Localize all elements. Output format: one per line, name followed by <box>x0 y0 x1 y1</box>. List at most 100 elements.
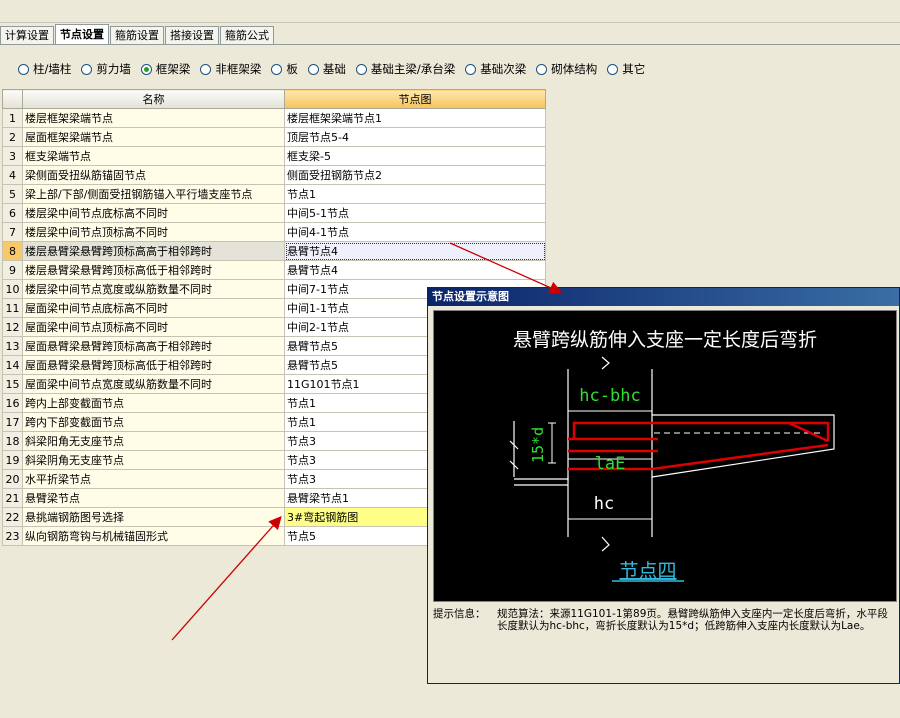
radio-button-icon[interactable] <box>200 63 212 75</box>
dimension-hc <box>567 515 653 523</box>
node-diagram-cell[interactable]: 中间5-1节点 <box>284 203 546 223</box>
radio-option-0[interactable]: 柱/墙柱 <box>18 61 71 77</box>
drawing-title: 悬臂跨纵筋伸入支座一定长度后弯折 <box>513 329 817 351</box>
row-number: 1 <box>2 108 23 128</box>
table-row[interactable]: 7 楼层梁中间节点顶标高不同时 中间4-1节点 <box>2 222 546 242</box>
node-name-cell: 楼层悬臂梁悬臂跨顶标高高于相邻跨时 <box>22 241 285 261</box>
node-diagram-cell[interactable]: 中间4-1节点 <box>284 222 546 242</box>
node-diagram-cell[interactable]: 节点1 <box>284 184 546 204</box>
radio-option-1[interactable]: 剪力墙 <box>81 61 131 77</box>
radio-option-8[interactable]: 砌体结构 <box>536 61 597 77</box>
tab-1[interactable]: 节点设置 <box>55 24 109 45</box>
title-band <box>0 0 900 23</box>
node-name-cell: 楼层梁中间节点宽度或纵筋数量不同时 <box>22 279 285 299</box>
dimension-hc-bhc <box>567 407 653 415</box>
hint-text: 规范算法：来源11G101-1第89页。悬臂跨纵筋伸入支座内一定长度后弯折，水平… <box>497 608 888 632</box>
radio-option-5[interactable]: 基础 <box>307 61 346 77</box>
tab-2[interactable]: 箍筋设置 <box>110 26 164 45</box>
row-number: 5 <box>2 184 23 204</box>
row-number: 15 <box>2 374 23 394</box>
node-name-cell: 楼层悬臂梁悬臂跨顶标高低于相邻跨时 <box>22 260 285 280</box>
radio-button-icon[interactable] <box>307 63 319 75</box>
node-name-cell: 楼层梁中间节点底标高不同时 <box>22 203 285 223</box>
row-number: 6 <box>2 203 23 223</box>
tab-0[interactable]: 计算设置 <box>0 26 54 45</box>
radio-button-icon[interactable] <box>140 63 152 75</box>
label-lae: laE <box>595 454 626 474</box>
radio-button-icon[interactable] <box>81 63 93 75</box>
radio-button-icon[interactable] <box>355 63 367 75</box>
label-hc-bhc: hc-bhc <box>579 386 640 406</box>
row-number: 17 <box>2 412 23 432</box>
table-row[interactable]: 2 屋面框架梁端节点 顶层节点5-4 <box>2 127 546 147</box>
dimension-15d <box>548 422 556 464</box>
node-name-cell: 跨内上部变截面节点 <box>22 393 285 413</box>
node-diagram-drawing: 悬臂跨纵筋伸入支座一定长度后弯折 hc-bhc 15*d laE hc 节点四 <box>509 329 835 582</box>
node-diagram-cell[interactable]: 悬臂节点4 <box>284 260 546 280</box>
node-diagram-cell[interactable]: 侧面受扭钢筋节点2 <box>284 165 546 185</box>
cantilever-beam-outline <box>651 414 835 478</box>
radio-button-icon[interactable] <box>271 63 283 75</box>
dialog-title[interactable]: 节点设置示意图 <box>428 288 899 306</box>
row-number: 2 <box>2 127 23 147</box>
column-header-name[interactable]: 名称 <box>22 89 285 109</box>
node-name-cell: 斜梁阴角无支座节点 <box>22 450 285 470</box>
row-number: 10 <box>2 279 23 299</box>
column-header-node-diagram[interactable]: 节点图 <box>284 89 546 109</box>
table-row[interactable]: 3 框支梁端节点 框支梁-5 <box>2 146 546 166</box>
node-name-cell: 悬臂梁节点 <box>22 488 285 508</box>
node-name-cell: 屋面框架梁端节点 <box>22 127 285 147</box>
radio-label: 砌体结构 <box>551 62 598 76</box>
node-name-cell: 屋面悬臂梁悬臂跨顶标高高于相邻跨时 <box>22 336 285 356</box>
radio-option-2[interactable]: 框架梁 <box>140 61 191 77</box>
hint-label: 提示信息： <box>433 608 486 620</box>
row-number: 23 <box>2 526 23 546</box>
node-name-cell: 屋面悬臂梁悬臂跨顶标高低于相邻跨时 <box>22 355 285 375</box>
row-number: 11 <box>2 298 23 318</box>
node-diagram-cell[interactable]: 悬臂节点4 <box>284 241 546 261</box>
radio-button-icon[interactable] <box>18 63 29 75</box>
table-row[interactable]: 4 梁侧面受扭纵筋锚固节点 侧面受扭钢筋节点2 <box>2 165 546 185</box>
radio-option-6[interactable]: 基础主梁/承台梁 <box>355 61 456 77</box>
row-number: 9 <box>2 260 23 280</box>
node-diagram-cell[interactable]: 框支梁-5 <box>284 146 546 166</box>
label-hc: hc <box>594 494 614 514</box>
row-number: 14 <box>2 355 23 375</box>
table-row[interactable]: 5 梁上部/下部/侧面受扭钢筋锚入平行墙支座节点 节点1 <box>2 184 546 204</box>
node-name-cell: 跨内下部变截面节点 <box>22 412 285 432</box>
radio-label: 其它 <box>622 62 646 76</box>
radio-label: 非框架梁 <box>215 62 262 76</box>
tab-3[interactable]: 搭接设置 <box>165 26 219 45</box>
radio-button-icon[interactable] <box>607 63 619 75</box>
row-number: 12 <box>2 317 23 337</box>
node-name-cell: 屋面梁中间节点底标高不同时 <box>22 298 285 318</box>
radio-label: 基础 <box>322 62 346 76</box>
node-diagram-cell[interactable]: 顶层节点5-4 <box>284 127 546 147</box>
tab-4[interactable]: 箍筋公式 <box>220 26 274 45</box>
node-name-cell: 斜梁阳角无支座节点 <box>22 431 285 451</box>
radio-option-9[interactable]: 其它 <box>607 61 645 77</box>
table-row[interactable]: 9 楼层悬臂梁悬臂跨顶标高低于相邻跨时 悬臂节点4 <box>2 260 546 280</box>
radio-option-7[interactable]: 基础次梁 <box>465 61 526 77</box>
row-number: 7 <box>2 222 23 242</box>
node-name-cell: 楼层梁中间节点顶标高不同时 <box>22 222 285 242</box>
radio-button-icon[interactable] <box>465 63 477 75</box>
node-name-cell: 屋面梁中间节点顶标高不同时 <box>22 317 285 337</box>
radio-option-4[interactable]: 板 <box>271 61 298 77</box>
node-name-cell: 框支梁端节点 <box>22 146 285 166</box>
node-name-cell: 水平折梁节点 <box>22 469 285 489</box>
row-number: 16 <box>2 393 23 413</box>
radio-label: 基础主梁/承台梁 <box>370 62 456 76</box>
node-label: 节点四 <box>619 560 676 582</box>
radio-button-icon[interactable] <box>536 63 548 75</box>
row-number: 18 <box>2 431 23 451</box>
table-row[interactable]: 8 楼层悬臂梁悬臂跨顶标高高于相邻跨时 悬臂节点4 <box>2 241 546 261</box>
node-diagram-cell[interactable]: 楼层框架梁端节点1 <box>284 108 546 128</box>
radio-label: 框架梁 <box>155 62 191 76</box>
node-name-cell: 梁上部/下部/侧面受扭钢筋锚入平行墙支座节点 <box>22 184 285 204</box>
table-row[interactable]: 1 楼层框架梁端节点 楼层框架梁端节点1 <box>2 108 546 128</box>
row-number: 4 <box>2 165 23 185</box>
row-number: 22 <box>2 507 23 527</box>
table-row[interactable]: 6 楼层梁中间节点底标高不同时 中间5-1节点 <box>2 203 546 223</box>
radio-option-3[interactable]: 非框架梁 <box>200 61 261 77</box>
